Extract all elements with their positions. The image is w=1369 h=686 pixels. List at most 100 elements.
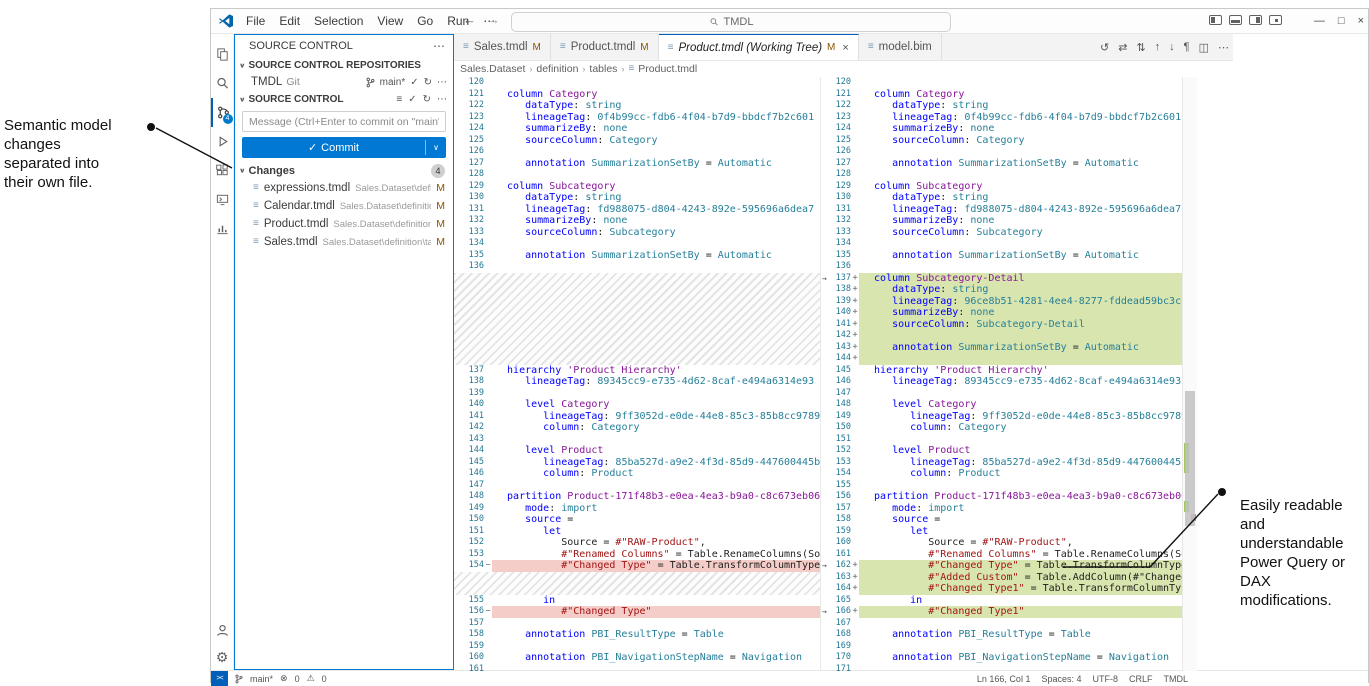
diff-arrow-icon [454, 388, 464, 400]
menu-go[interactable]: Go [410, 14, 440, 28]
toggle-sidebar-icon[interactable] [1209, 15, 1222, 25]
toggle-panel-icon[interactable] [1229, 15, 1242, 25]
account-icon[interactable] [215, 623, 230, 638]
branch-label[interactable]: main* [380, 77, 406, 88]
breadcrumb-item[interactable]: tables [589, 63, 617, 75]
section-repositories[interactable]: ∨ SOURCE CONTROL REPOSITORIES [235, 57, 453, 73]
status-item-ln-166-col-1[interactable]: Ln 166, Col 1 [977, 674, 1031, 684]
next-change-icon[interactable]: ↓ [1169, 41, 1175, 53]
diff-marker: + [851, 342, 859, 354]
scm-file-row[interactable]: ≡Product.tmdlSales.Dataset\definition\ta… [235, 215, 453, 233]
extensions-icon[interactable] [211, 156, 234, 185]
line-number: 124 [464, 123, 484, 135]
commit-button[interactable]: ✓ Commit ∨ [242, 137, 446, 158]
line-number: 152 [464, 537, 484, 549]
scrollbar-thumb[interactable] [1185, 391, 1195, 526]
tab-model-bim[interactable]: ≡model.bim [859, 34, 942, 60]
more-actions-icon[interactable]: ⋯ [1218, 41, 1229, 54]
status-item-spaces-4[interactable]: Spaces: 4 [1041, 674, 1081, 684]
search-view-icon[interactable] [211, 69, 234, 98]
diff-marker: + [851, 606, 859, 618]
repository-row[interactable]: TMDL Git main* ✓ ↻ ⋯ [235, 73, 453, 91]
status-branch[interactable]: main* [250, 674, 273, 684]
diff-arrow-icon [821, 652, 831, 664]
run-debug-icon[interactable] [211, 127, 234, 156]
toggle-secondary-sidebar-icon[interactable] [1249, 15, 1262, 25]
tab-sales-tmdl[interactable]: ≡Sales.tmdlM [454, 34, 551, 60]
diff-arrow-icon [454, 480, 464, 492]
breadcrumb-item[interactable]: Sales.Dataset [460, 63, 525, 75]
remote-explorer-icon[interactable] [211, 185, 234, 214]
settings-gear-icon[interactable]: ⚙ [216, 650, 229, 664]
code-line: 145 lineageTag: 85ba527d-a9e2-4f3d-85d9-… [454, 457, 820, 469]
source-control-icon[interactable]: 4 [211, 98, 234, 127]
tab-label: model.bim [879, 41, 932, 53]
diff-marker: + [851, 273, 859, 285]
commit-button-main[interactable]: ✓ Commit [242, 141, 425, 154]
tab-product-tmdl-working-tree[interactable]: ≡Product.tmdl (Working Tree)M× [659, 34, 859, 60]
menu-view[interactable]: View [370, 14, 410, 28]
code-line: 151 [821, 434, 1182, 446]
whitespace-icon[interactable]: ¶ [1184, 41, 1190, 53]
command-center[interactable]: TMDL [511, 12, 951, 32]
scm-file-row[interactable]: ≡Calendar.tmdlSales.Dataset\definition\t… [235, 197, 453, 215]
maximize-button[interactable]: □ [1338, 15, 1345, 27]
scm-file-row[interactable]: ≡Sales.tmdlSales.Dataset\definition\tabl… [235, 233, 453, 251]
code-text: hierarchy 'Product Hierarchy' [492, 365, 820, 377]
line-number: 154 [464, 560, 484, 572]
refresh-icon[interactable]: ↻ [424, 77, 432, 88]
refresh-icon[interactable]: ↻ [423, 94, 431, 105]
code-text [859, 146, 1182, 158]
commit-dropdown-icon[interactable]: ∨ [426, 143, 446, 152]
commit-button-label: Commit [321, 142, 359, 154]
warnings-count[interactable]: 0 [322, 674, 327, 684]
breadcrumb-item[interactable]: Product.tmdl [638, 63, 697, 75]
status-item-crlf[interactable]: CRLF [1129, 674, 1153, 684]
split-editor-icon[interactable]: ◫ [1199, 41, 1209, 54]
code-line: 136 [821, 261, 1182, 273]
changes-header[interactable]: ∨ Changes 4 [235, 162, 453, 179]
section-source-control[interactable]: ∨ SOURCE CONTROL ≡ ✓ ↻ ⋯ [235, 91, 453, 107]
explorer-icon[interactable] [211, 40, 234, 69]
code-text [859, 353, 1182, 365]
previous-change-icon[interactable]: ↑ [1155, 41, 1161, 53]
status-item-tmdl[interactable]: TMDL [1164, 674, 1189, 684]
diff-marker [851, 399, 859, 411]
code-text: lineageTag: 9ff3052d-e0de-44e8-85c3-85b8… [492, 411, 820, 423]
line-number-gutter: 151 [821, 434, 859, 446]
customize-layout-icon[interactable] [1269, 15, 1282, 25]
scrollbar [1183, 77, 1197, 671]
repo-more-icon[interactable]: ⋯ [437, 77, 447, 88]
chart-extension-icon[interactable] [211, 214, 234, 243]
status-item-utf-8[interactable]: UTF-8 [1092, 674, 1118, 684]
tab-close-icon[interactable]: × [842, 42, 848, 54]
back-icon[interactable]: ← [463, 12, 476, 27]
menu-selection[interactable]: Selection [307, 14, 370, 28]
line-number: 140 [831, 307, 851, 319]
errors-count[interactable]: 0 [295, 674, 300, 684]
menu-edit[interactable]: Edit [272, 14, 307, 28]
commit-check-icon[interactable]: ✓ [408, 94, 416, 105]
line-number: 161 [464, 664, 484, 672]
code-line: 144 level Product [454, 445, 820, 457]
minimize-button[interactable]: — [1314, 15, 1325, 27]
view-as-list-icon[interactable]: ≡ [396, 94, 402, 105]
swap-sides-icon[interactable]: ⇄ [1118, 41, 1127, 54]
commit-check-icon[interactable]: ✓ [410, 77, 418, 88]
diff-arrow-icon [454, 100, 464, 112]
inline-view-icon[interactable]: ⇅ [1136, 41, 1145, 54]
menu-file[interactable]: File [239, 14, 272, 28]
callout-text-line: separated into [4, 154, 164, 173]
discard-changes-icon[interactable]: ↺ [1100, 41, 1109, 54]
sidebar-more-icon[interactable]: ⋯ [433, 39, 445, 53]
line-number: 132 [831, 215, 851, 227]
code-line: 155 in [454, 595, 820, 607]
remote-indicator[interactable]: >< [211, 671, 228, 686]
scm-more-icon[interactable]: ⋯ [437, 94, 447, 105]
tab-product-tmdl[interactable]: ≡Product.tmdlM [551, 34, 659, 60]
commit-message-input[interactable] [242, 111, 446, 132]
forward-icon[interactable]: → [487, 12, 500, 27]
close-button[interactable]: × [1358, 15, 1364, 27]
scm-file-row[interactable]: ≡expressions.tmdlSales.Dataset\definitio… [235, 179, 453, 197]
breadcrumb-item[interactable]: definition [536, 63, 578, 75]
